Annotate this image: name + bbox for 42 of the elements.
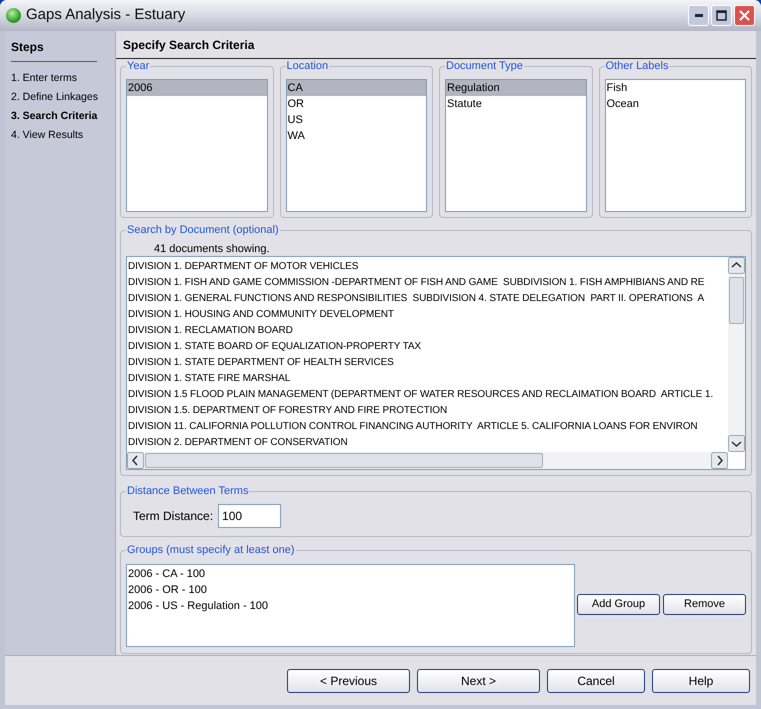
footer-button[interactable]: Cancel — [547, 668, 645, 692]
list-item[interactable]: 2006 - US - Regulation - 100 — [127, 598, 574, 614]
term-distance-field[interactable]: 100 — [218, 504, 282, 528]
group-title: Document Type — [445, 59, 524, 73]
group-button[interactable]: Add Group — [577, 594, 660, 615]
footer-button[interactable]: Next > — [417, 668, 540, 692]
footer-button[interactable]: Help — [652, 668, 750, 692]
document-item[interactable]: DIVISION 1. STATE BOARD OF EQUALIZATION-PROPERTY TAX — [127, 339, 422, 355]
group-title: Search by Document (optional) — [126, 223, 280, 237]
step-item: 1. Enter terms — [11, 71, 77, 86]
group-button[interactable]: Remove — [663, 594, 746, 615]
document-item[interactable]: DIVISION 1.5 FLOOD PLAIN MANAGEMENT (DEPARTMENT OF WATER RESOURCES AND RECLAIMATION BOARD ARTICLE 1. — [127, 387, 714, 403]
footer-button[interactable]: < Previous — [287, 668, 410, 692]
document-item[interactable]: DIVISION 1. RECLAMATION BOARD — [127, 323, 293, 339]
document-item[interactable]: DIVISION 1. HOUSING AND COMMUNITY DEVELOPMENT — [127, 307, 394, 323]
list-item[interactable]: US — [286, 112, 426, 128]
window-title: Gaps Analysis - Estuary — [26, 5, 186, 26]
document-item[interactable]: DIVISION 11. CALIFORNIA POLLUTION CONTROL FINANCING AUTHORITY ARTICLE 5. CALIFORNIA LOANS FOR ENVIRON — [127, 419, 698, 435]
document-item[interactable]: DIVISION 1. GENERAL FUNCTIONS AND RESPONSIBILITIES SUBDIVISION 4. STATE DELEGATION PART II. OPERATIONS A — [127, 291, 704, 307]
list-item[interactable]: Ocean — [606, 96, 745, 112]
steps-title: Steps — [11, 38, 97, 62]
document-item[interactable]: DIVISION 1. DEPARTMENT OF MOTOR VEHICLES — [127, 259, 358, 275]
document-item[interactable]: DIVISION 2. DEPARTMENT OF CONSERVATION — [127, 435, 348, 451]
list-item[interactable]: OR — [286, 96, 426, 112]
list-item[interactable]: Regulation — [446, 80, 586, 96]
step-item: 2. Define Linkages — [11, 90, 98, 105]
list-item[interactable]: WA — [286, 128, 426, 144]
group-title: Groups (must specify at least one) — [126, 543, 296, 557]
list-item[interactable]: 2006 - OR - 100 — [127, 582, 574, 598]
document-item[interactable]: DIVISION 1. STATE FIRE MARSHAL — [127, 371, 290, 387]
list-item[interactable]: Statute — [446, 96, 586, 112]
list-item[interactable]: Fish — [606, 80, 745, 96]
document-count: 41 documents showing. — [153, 242, 271, 256]
list-item[interactable]: 2006 — [127, 80, 266, 96]
document-item[interactable]: DIVISION 1.5. DEPARTMENT OF FORESTRY AND FIRE PROTECTION — [127, 403, 448, 419]
document-item[interactable]: DIVISION 1. STATE DEPARTMENT OF HEALTH SERVICES — [127, 355, 394, 371]
step-item: 4. View Results — [11, 128, 84, 143]
document-item[interactable]: DIVISION 1. FISH AND GAME COMMISSION -DEPARTMENT OF FISH AND GAME SUBDIVISION 1. FISH AMPHIBIANS AND RE — [127, 275, 704, 291]
term-distance-label: Term Distance: — [133, 508, 214, 525]
step-item: 3. Search Criteria — [11, 109, 98, 124]
list-item[interactable]: CA — [286, 80, 426, 96]
list-item[interactable]: 2006 - CA - 100 — [127, 566, 574, 582]
